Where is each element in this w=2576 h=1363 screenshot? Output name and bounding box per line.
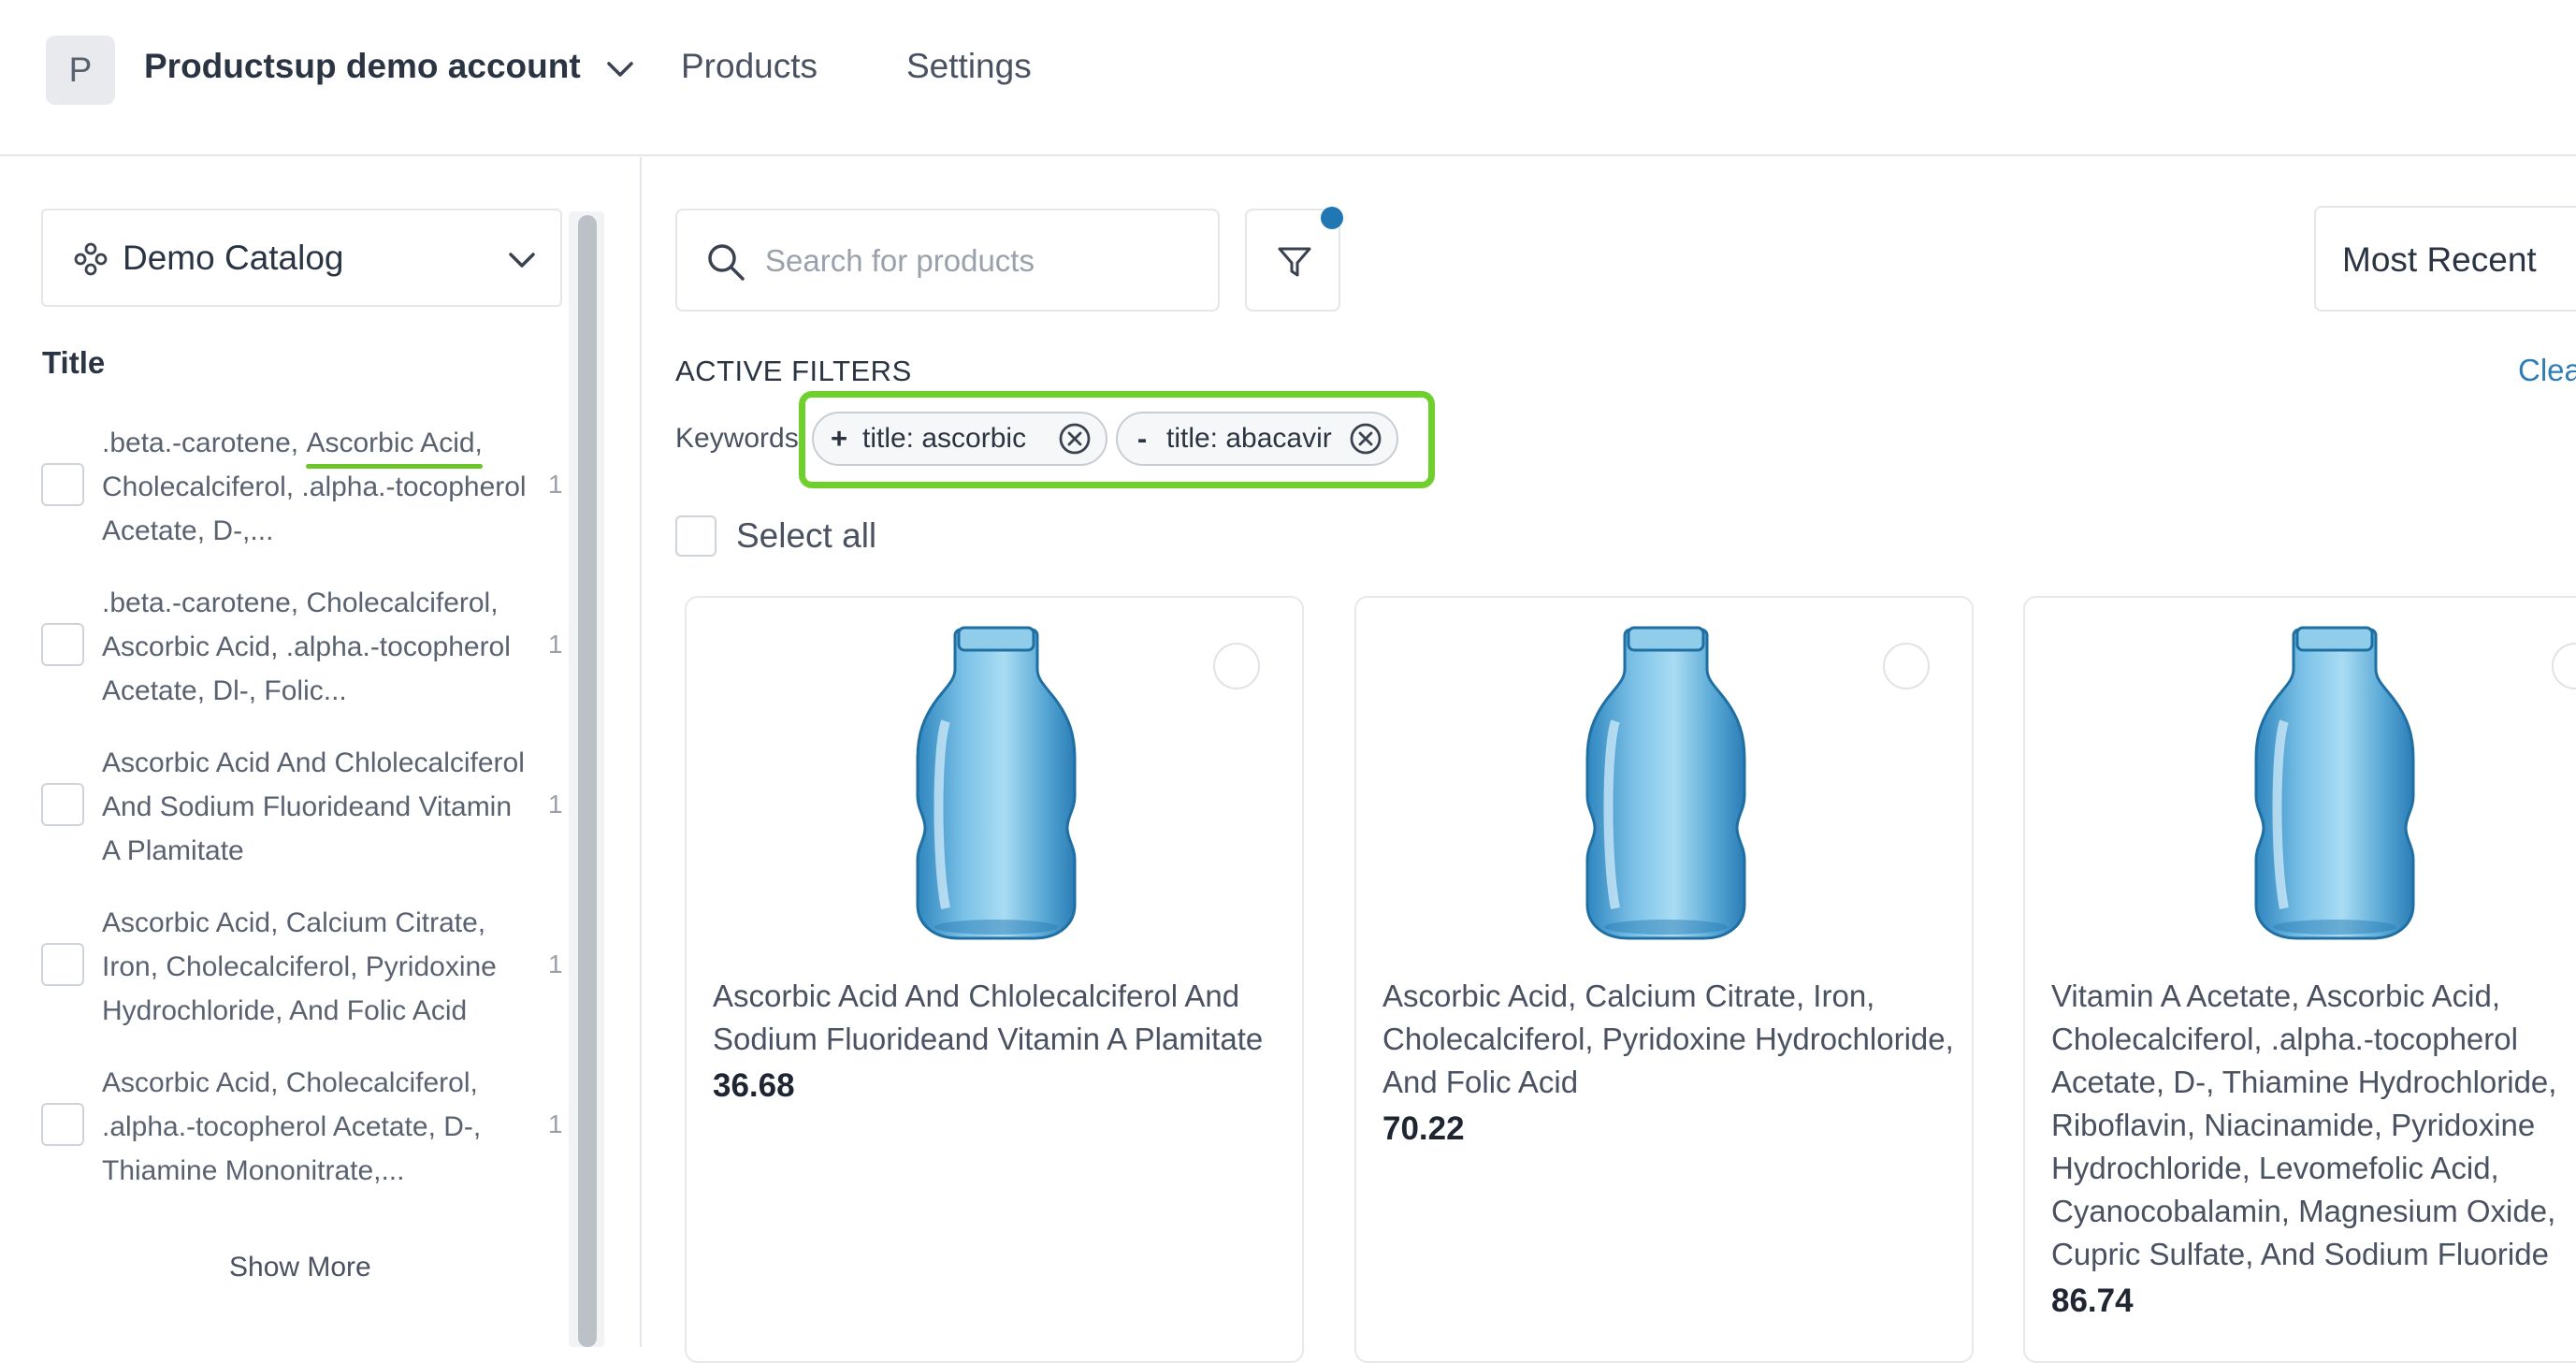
search-box[interactable] <box>675 209 1220 312</box>
bottle-image <box>1557 618 1774 946</box>
facet-count: 1 <box>548 790 563 819</box>
product-title-block: Ascorbic Acid And Chlolecalciferol And S… <box>713 975 1293 1108</box>
sidebar-scrollbar-thumb[interactable] <box>578 215 597 1347</box>
search-icon <box>708 244 745 281</box>
filter-chip-exclude[interactable]: - title: abacavir <box>1116 412 1398 466</box>
product-title: Ascorbic Acid, Calcium Citrate, Iron, Ch… <box>1382 979 1954 1099</box>
product-card[interactable]: Ascorbic Acid, Calcium Citrate, Iron, Ch… <box>1354 596 1974 1363</box>
facet-count: 1 <box>548 1109 563 1138</box>
facet-option-label: Ascorbic Acid And Chlolecalciferol And S… <box>102 747 525 866</box>
nav-products[interactable]: Products <box>681 47 818 86</box>
catalog-dropdown[interactable]: Demo Catalog <box>41 209 562 307</box>
product-title-block: Vitamin A Acetate, Ascorbic Acid, Cholec… <box>2051 975 2576 1323</box>
facet-title: Title <box>42 345 106 380</box>
facet-checkbox[interactable] <box>41 463 84 506</box>
product-select-radio[interactable] <box>2552 643 2576 689</box>
facet-option[interactable]: Ascorbic Acid, Calcium Citrate, Iron, Ch… <box>0 901 571 1046</box>
product-title-block: Ascorbic Acid, Calcium Citrate, Iron, Ch… <box>1382 975 1962 1151</box>
facet-count: 1 <box>548 470 563 499</box>
keywords-label: Keywords <box>675 423 799 454</box>
facet-checkbox[interactable] <box>41 623 84 666</box>
product-card[interactable]: Vitamin A Acetate, Ascorbic Acid, Cholec… <box>2023 596 2576 1363</box>
account-avatar[interactable]: P <box>46 36 115 105</box>
product-price: 70.22 <box>1382 1110 1465 1147</box>
highlighted-match: Ascorbic Acid, <box>306 421 484 469</box>
facet-option-label: .beta.-carotene, Cholecalciferol, Ascorb… <box>102 587 511 706</box>
sort-label: Most Recent <box>2342 240 2537 279</box>
close-circle-icon[interactable] <box>1057 421 1093 457</box>
chevron-down-icon <box>509 253 535 268</box>
top-bar: P Productsup demo account Products Setti… <box>0 0 2576 156</box>
facet-option-label: Ascorbic Acid, Cholecalciferol, .alpha.-… <box>102 1067 482 1186</box>
select-all-label[interactable]: Select all <box>736 516 876 556</box>
chip-label: title: abacavir <box>1166 423 1332 454</box>
product-card[interactable]: Ascorbic Acid And Chlolecalciferol And S… <box>685 596 1304 1363</box>
facet-checkbox[interactable] <box>41 783 84 826</box>
product-title: Ascorbic Acid And Chlolecalciferol And S… <box>713 979 1264 1056</box>
clear-filters-link[interactable]: Clea <box>2518 353 2576 388</box>
chevron-down-icon[interactable] <box>601 51 639 88</box>
select-all-checkbox[interactable] <box>675 515 716 557</box>
search-input[interactable] <box>763 239 1194 283</box>
show-more-button[interactable]: Show More <box>229 1252 371 1283</box>
catalog-label: Demo Catalog <box>123 239 344 277</box>
facet-option-label: Ascorbic Acid, Calcium Citrate, Iron, Ch… <box>102 907 497 1026</box>
product-price: 86.74 <box>2051 1283 2134 1319</box>
facet-checkbox[interactable] <box>41 1103 84 1146</box>
filter-chip-include[interactable]: + title: ascorbic <box>812 412 1107 466</box>
include-sign: + <box>831 422 848 455</box>
facet-option[interactable]: .beta.-carotene, Ascorbic Acid, Cholecal… <box>0 421 571 566</box>
close-circle-icon[interactable] <box>1348 421 1383 457</box>
facet-checkbox[interactable] <box>41 943 84 986</box>
facet-option[interactable]: .beta.-carotene, Cholecalciferol, Ascorb… <box>0 581 571 726</box>
account-name[interactable]: Productsup demo account <box>144 47 581 86</box>
product-select-radio[interactable] <box>1883 643 1930 689</box>
chip-label: title: ascorbic <box>862 423 1027 454</box>
bottle-image <box>888 618 1105 946</box>
product-title: Vitamin A Acetate, Ascorbic Acid, Cholec… <box>2051 979 2557 1271</box>
facet-option[interactable]: Ascorbic Acid, Cholecalciferol, .alpha.-… <box>0 1061 571 1206</box>
facet-count: 1 <box>548 630 563 659</box>
active-filter-indicator <box>1321 207 1343 229</box>
facet-count: 1 <box>548 950 563 979</box>
product-select-radio[interactable] <box>1213 643 1260 689</box>
nav-settings[interactable]: Settings <box>906 47 1032 86</box>
exclude-sign: - <box>1136 422 1148 455</box>
filter-icon <box>1278 247 1311 277</box>
active-filters-heading: ACTIVE FILTERS <box>675 355 912 387</box>
sidebar: Demo Catalog Title .beta.-carotene, Asco… <box>0 157 642 1347</box>
sort-dropdown[interactable]: Most Recent <box>2314 206 2576 312</box>
facet-option-label: .beta.-carotene, Ascorbic Acid, Cholecal… <box>102 421 532 553</box>
catalog-icon <box>74 242 108 276</box>
facet-option[interactable]: Ascorbic Acid And Chlolecalciferol And S… <box>0 741 571 886</box>
bottle-image <box>2226 618 2443 946</box>
product-price: 36.68 <box>713 1067 795 1104</box>
